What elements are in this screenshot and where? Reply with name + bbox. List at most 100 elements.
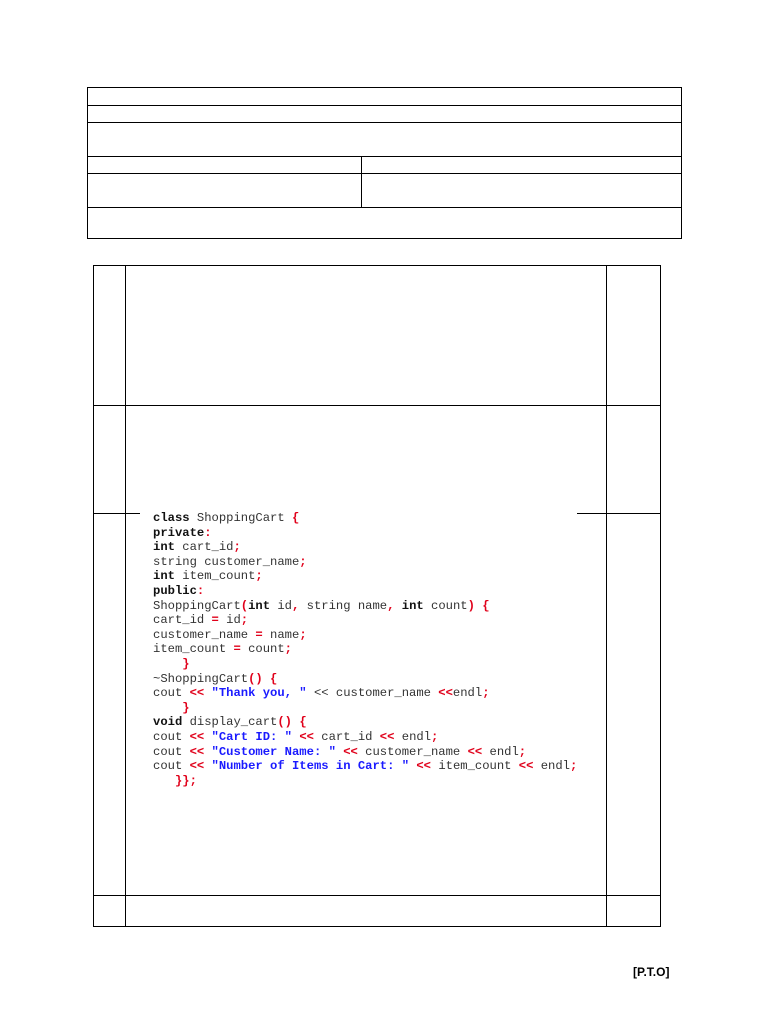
table-border [87,238,682,239]
code-token: ; [518,744,527,759]
table-border [660,265,661,927]
code-token: cout [153,744,190,759]
code-token: int [153,569,175,584]
code-token: () [277,715,292,730]
code-line: cout << "Cart ID: " << cart_id << endl; [153,730,577,745]
table-border [93,265,661,266]
code-token: "Thank you, " [211,686,307,701]
code-token: = [255,627,263,642]
table-border [681,87,682,239]
code-line: }}; [153,774,577,789]
code-token: { [291,511,300,525]
code-token: customer_name [153,627,256,642]
table-border [87,87,88,239]
table-border [87,173,682,174]
code-token: << [343,744,358,759]
code-line: public: [153,584,577,599]
table-border [93,265,94,927]
code-token: id [270,598,292,613]
code-token: display_cart [182,715,278,730]
code-token: cart_id [153,613,212,628]
code-token: << [379,729,395,744]
code-token: cart_id [174,540,234,555]
code-line: customer_name = name; [153,628,577,643]
code-line: cout << "Customer Name: " << customer_na… [153,745,577,760]
code-line: string customer_name; [153,555,577,570]
table-border [87,207,682,208]
code-token: ShoppingCart [153,598,241,613]
code-token: } [182,656,190,671]
code-token: } [182,700,190,715]
code-line: int item_count; [153,569,577,584]
code-token: ; [431,729,439,744]
code-token: endl [452,686,483,701]
code-token: "Customer Name: " [211,744,336,759]
table-border [93,926,661,927]
code-token: string customer_name [153,554,300,569]
code-token: { [299,715,307,730]
code-token: << [189,729,205,744]
code-token: { [270,671,278,686]
pto-label: [P.T.O] [633,965,670,979]
code-line: void display_cart() { [153,715,577,730]
code-token: << [438,686,453,701]
code-line: ShoppingCart(int id, string name, int co… [153,599,577,614]
code-line: cout << "Thank you, " << customer_name <… [153,686,577,701]
code-token: string name [299,598,388,613]
code-token: << customer_name [306,686,439,701]
code-token: id [218,613,241,628]
code-token: ) [467,598,475,613]
code-token: name [262,627,300,642]
code-line: private: [153,526,577,541]
table-border [87,122,682,123]
code-token: << [467,744,483,759]
table-border [361,156,362,208]
code-token: item_count [431,759,519,774]
code-token: : [196,583,205,598]
code-token: () [248,671,263,686]
code-token: cart_id [313,729,380,744]
table-border [87,87,682,88]
code-token: << [189,759,205,774]
code-token: class [153,511,190,525]
code-token: count [240,642,285,657]
code-token: ; [299,554,307,569]
code-token: endl [533,759,570,774]
code-token: ~ShoppingCart [153,671,249,686]
code-token: public [153,583,197,598]
code-token: count [423,598,468,613]
code-token: endl [394,729,432,744]
code-token: = [233,642,241,657]
code-token: cout [153,759,190,774]
code-token: << [299,729,314,744]
code-line: ~ShoppingCart() { [153,672,577,687]
code-line: cart_id = id; [153,613,577,628]
code-token: ; [255,569,263,584]
code-token: ( [240,598,249,613]
code-line: int cart_id; [153,540,577,555]
code-token: cout [153,686,190,701]
code-token: endl [482,744,519,759]
code-token: ; [569,759,578,774]
code-token: int [153,540,175,555]
code-token: item_count [174,569,256,584]
code-token: ; [284,642,292,657]
code-line: } [153,657,577,672]
code-token: "Cart ID: " [211,729,292,744]
code-token: private [153,525,205,540]
code-token: ; [482,686,490,701]
code-token: ShoppingCart [189,511,292,525]
code-line: } [153,701,577,716]
code-token: int [248,598,271,613]
code-token: void [153,715,183,730]
code-token: ; [233,540,241,555]
code-snippet-image: class ShoppingCart {private: int cart_id;… [140,507,577,797]
code-token: ; [299,627,307,642]
